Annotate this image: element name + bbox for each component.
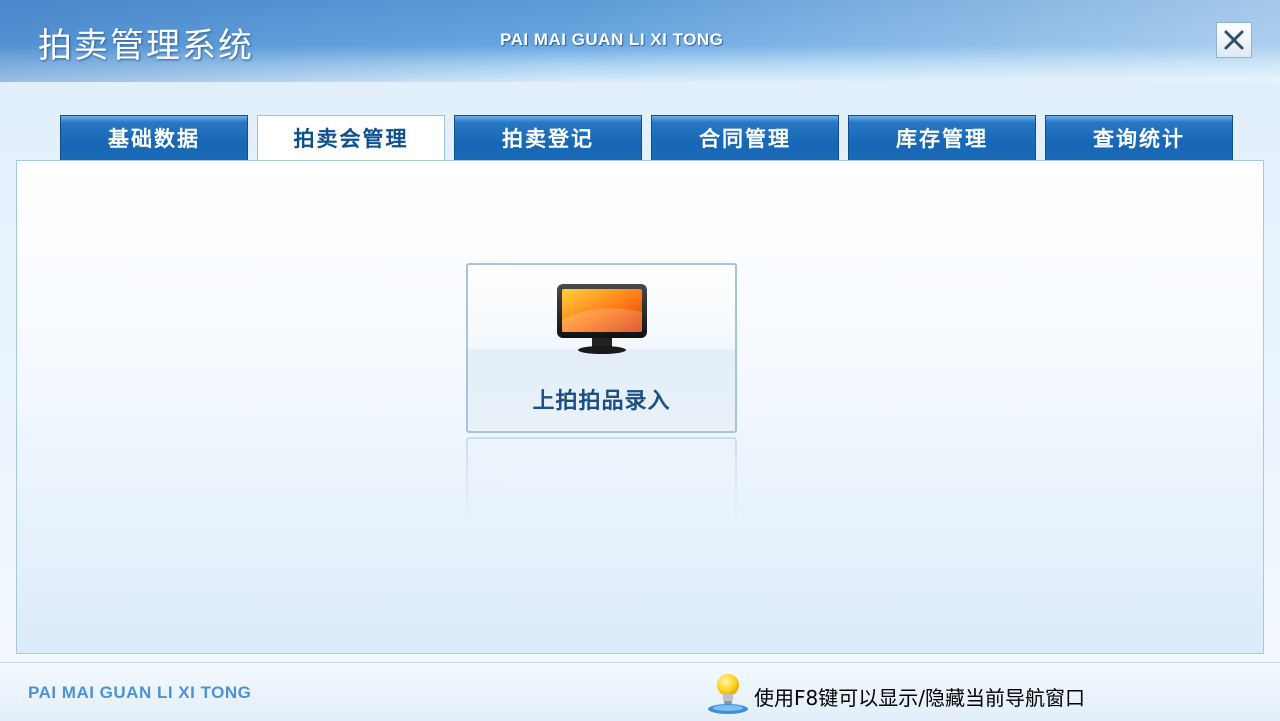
- app-subtitle: PAI MAI GUAN LI XI TONG: [500, 30, 724, 49]
- lot-entry-tile[interactable]: 上拍拍品录入: [466, 263, 737, 433]
- status-bar: PAI MAI GUAN LI XI TONG 使用F8键可以显示/隐藏当前导航…: [0, 662, 1280, 721]
- tab-auction-registration[interactable]: 拍卖登记: [454, 115, 642, 162]
- footer-brand: PAI MAI GUAN LI XI TONG: [28, 683, 252, 702]
- tab-inventory-management[interactable]: 库存管理: [848, 115, 1036, 162]
- close-icon: [1224, 30, 1244, 50]
- monitor-icon: [557, 284, 647, 354]
- tile-reflection: [466, 437, 737, 522]
- lightbulb-icon: [708, 674, 748, 714]
- tab-contract-management[interactable]: 合同管理: [651, 115, 839, 162]
- tab-query-statistics[interactable]: 查询统计: [1045, 115, 1233, 162]
- title-bar: 拍卖管理系统 PAI MAI GUAN LI XI TONG: [0, 0, 1280, 82]
- tab-auction-management[interactable]: 拍卖会管理: [257, 115, 445, 164]
- hint-text: 使用F8键可以显示/隐藏当前导航窗口: [754, 686, 1085, 710]
- tab-basic-data[interactable]: 基础数据: [60, 115, 248, 162]
- app-window: 拍卖管理系统 PAI MAI GUAN LI XI TONG 基础数据 拍卖会管…: [0, 0, 1280, 721]
- tile-label: 上拍拍品录入: [532, 389, 671, 414]
- close-button[interactable]: [1216, 22, 1252, 58]
- app-title: 拍卖管理系统: [38, 26, 254, 66]
